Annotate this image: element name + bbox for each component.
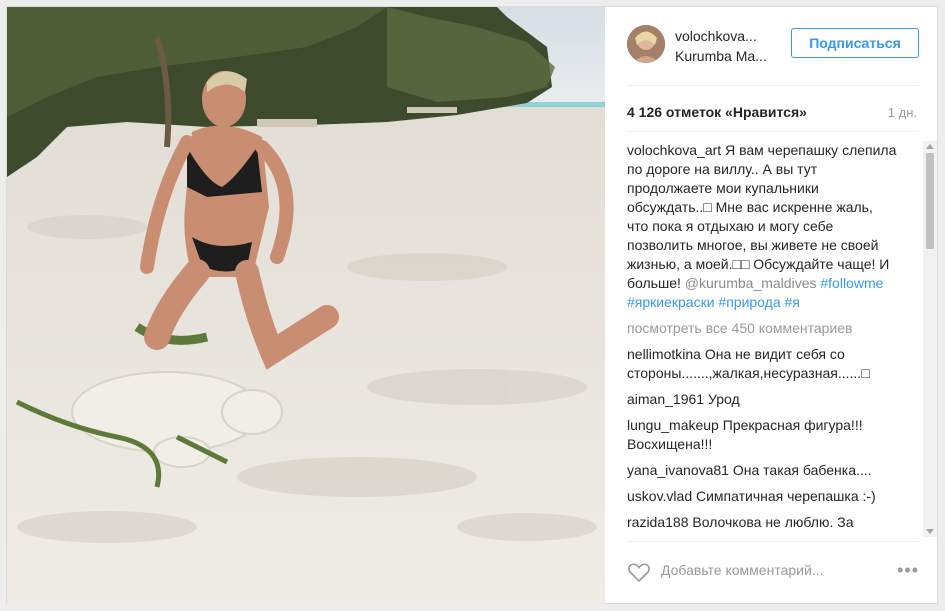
comment-username[interactable]: uskov.vlad	[627, 488, 692, 504]
comment-item: yana_ivanova81 Она такая бабенка....	[627, 461, 897, 480]
add-comment-input[interactable]: Добавьте комментарий...	[661, 562, 823, 578]
comment-item: lungu_makeup Прекрасная фигура!!! Восхищ…	[627, 416, 897, 454]
ellipsis-icon[interactable]: •••	[897, 560, 919, 581]
heart-icon-svg	[628, 563, 650, 583]
likes-count[interactable]: 4 126 отметок «Нравится»	[627, 104, 807, 120]
divider	[627, 131, 919, 132]
comment-username[interactable]: razida188	[627, 514, 689, 530]
comment-username[interactable]: nellimotkina	[627, 346, 701, 362]
view-all-comments-link[interactable]: посмотреть все 450 комментариев	[627, 319, 897, 338]
caption: volochkova_art Я вам черепашку слепила п…	[627, 141, 897, 312]
comment-item: razida188 Волочкова не люблю. За излишне…	[627, 513, 897, 535]
avatar-image	[627, 25, 665, 63]
post-footer: Добавьте комментарий... •••	[627, 541, 919, 602]
post-header: volochkova... Kurumba Ma... Подписаться	[627, 23, 919, 86]
instagram-post: volochkova... Kurumba Ma... Подписаться …	[6, 6, 939, 605]
heart-icon[interactable]	[627, 560, 651, 584]
caption-username[interactable]: volochkova_art	[627, 142, 721, 158]
comment-username[interactable]: aiman_1961	[627, 391, 704, 407]
username-link[interactable]: volochkova...	[675, 28, 757, 44]
beach-photo-illustration	[7, 7, 605, 605]
comment-username[interactable]: yana_ivanova81	[627, 462, 729, 478]
scroll-down-arrow-icon[interactable]	[926, 529, 934, 534]
caption-text: Я вам черепашку слепила по дороге на вил…	[627, 142, 897, 291]
comment-username[interactable]: lungu_makeup	[627, 417, 719, 433]
post-sidebar: volochkova... Kurumba Ma... Подписаться …	[605, 7, 939, 605]
caption-mention[interactable]: @kurumba_maldives	[685, 275, 817, 291]
comment-item: aiman_1961 Урод	[627, 390, 897, 409]
comment-text: Симпатичная черепашка :-)	[696, 488, 876, 504]
comment-item: nellimotkina Она не видит себя со сторон…	[627, 345, 897, 383]
comment-text: Она такая бабенка....	[732, 462, 872, 478]
comments-list[interactable]: volochkova_art Я вам черепашку слепила п…	[627, 141, 897, 535]
comments-scrollbar[interactable]	[923, 141, 937, 537]
follow-button[interactable]: Подписаться	[791, 28, 919, 58]
scrollbar-thumb[interactable]	[926, 153, 934, 249]
comment-text: Урод	[707, 391, 740, 407]
post-photo[interactable]	[7, 7, 605, 605]
scroll-up-arrow-icon[interactable]	[926, 144, 934, 149]
avatar[interactable]	[627, 25, 665, 63]
comment-item: uskov.vlad Симпатичная черепашка :-)	[627, 487, 897, 506]
location-link[interactable]: Kurumba Ma...	[675, 48, 767, 64]
post-age[interactable]: 1 дн.	[888, 105, 917, 120]
